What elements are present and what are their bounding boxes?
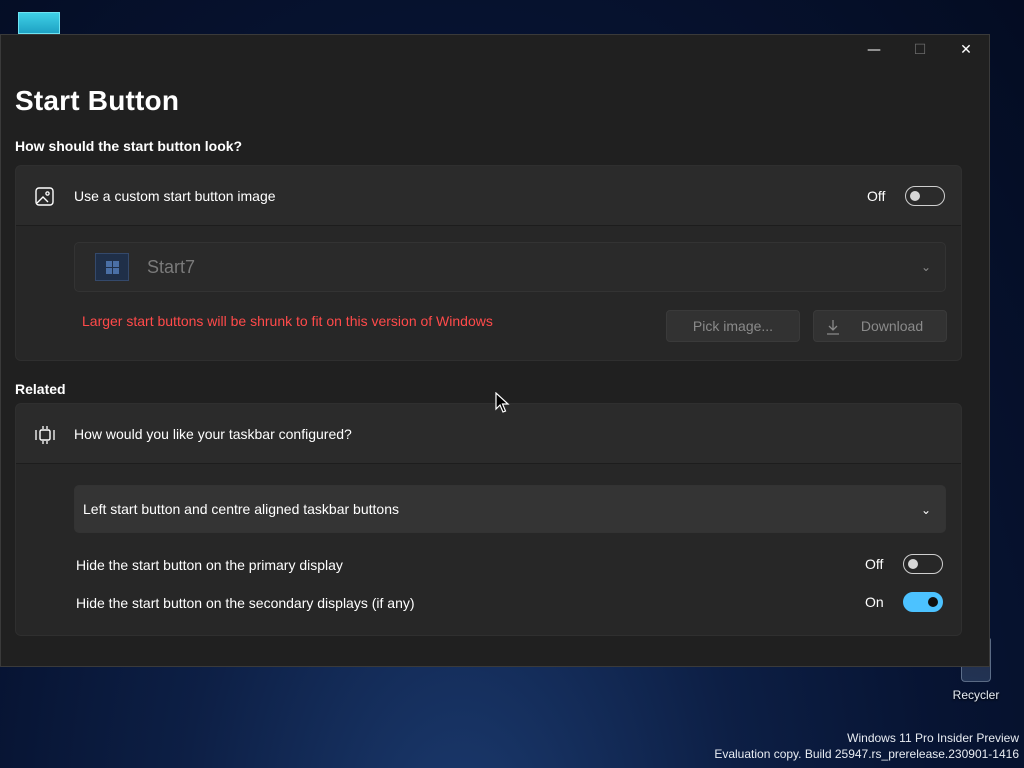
taskbar-config-icon (35, 426, 55, 444)
page-title: Start Button (15, 85, 180, 116)
start-button-style-combo[interactable]: Start7 ⌄ (74, 242, 946, 292)
image-icon (35, 187, 54, 206)
hide-primary-toggle[interactable] (903, 554, 943, 574)
hide-primary-label: Hide the start button on the primary dis… (76, 557, 343, 573)
custom-image-options: Start7 ⌄ Larger start buttons will be sh… (16, 226, 961, 360)
windows-watermark: Windows 11 Pro Insider Preview Evaluatio… (714, 730, 1019, 762)
hide-secondary-toggle[interactable] (903, 592, 943, 612)
custom-image-row[interactable]: Use a custom start button image Off (16, 166, 961, 226)
taskbar-config-card: How would you like your taskbar configur… (15, 403, 962, 636)
download-label: Download (860, 318, 924, 334)
close-button[interactable]: ✕ (943, 35, 989, 65)
size-warning-text: Larger start buttons will be shrunk to f… (82, 313, 493, 329)
taskbar-config-options: Left start button and centre aligned tas… (16, 464, 961, 635)
hide-primary-state-text: Off (865, 556, 884, 572)
toggle-knob (928, 597, 938, 607)
taskbar-config-label: How would you like your taskbar configur… (74, 425, 352, 442)
hide-primary-toggle-group: Off (865, 554, 943, 574)
custom-image-state-text: Off (867, 188, 886, 204)
download-icon (827, 320, 839, 335)
custom-image-toggle[interactable] (905, 186, 945, 206)
maximize-button[interactable]: ☐ (897, 35, 943, 65)
hide-secondary-state-text: On (865, 594, 884, 610)
pick-image-button[interactable]: Pick image... (666, 310, 800, 342)
chevron-down-icon: ⌄ (920, 503, 931, 517)
custom-image-card: Use a custom start button image Off Star… (15, 165, 962, 361)
start7-preview-icon (95, 253, 129, 281)
watermark-line-2: Evaluation copy. Build 25947.rs_prerelea… (714, 747, 1019, 761)
related-section-label: Related (15, 381, 66, 397)
minimize-button[interactable]: — (851, 35, 897, 65)
taskbar-layout-combo[interactable]: Left start button and centre aligned tas… (74, 485, 946, 533)
hide-secondary-label: Hide the start button on the secondary d… (76, 595, 415, 611)
appearance-section-label: How should the start button look? (15, 138, 243, 154)
recycler-label: Recycler (952, 688, 1000, 702)
custom-image-toggle-group: Off (867, 186, 945, 206)
mouse-cursor-icon (495, 392, 510, 413)
custom-image-label: Use a custom start button image (74, 187, 276, 204)
hide-secondary-toggle-group: On (865, 592, 943, 612)
download-button[interactable]: Download (813, 310, 947, 342)
toggle-knob (908, 559, 918, 569)
taskbar-layout-value: Left start button and centre aligned tas… (83, 501, 399, 517)
desktop-icon[interactable] (18, 12, 60, 34)
toggle-knob (910, 191, 920, 201)
watermark-line-1: Windows 11 Pro Insider Preview (847, 731, 1019, 745)
style-combo-value: Start7 (147, 256, 196, 277)
title-bar-controls: — ☐ ✕ (851, 35, 989, 65)
taskbar-config-row[interactable]: How would you like your taskbar configur… (16, 404, 961, 464)
chevron-down-icon: ⌄ (920, 260, 931, 274)
settings-window: — ☐ ✕ Start Button How should the start … (0, 34, 990, 667)
